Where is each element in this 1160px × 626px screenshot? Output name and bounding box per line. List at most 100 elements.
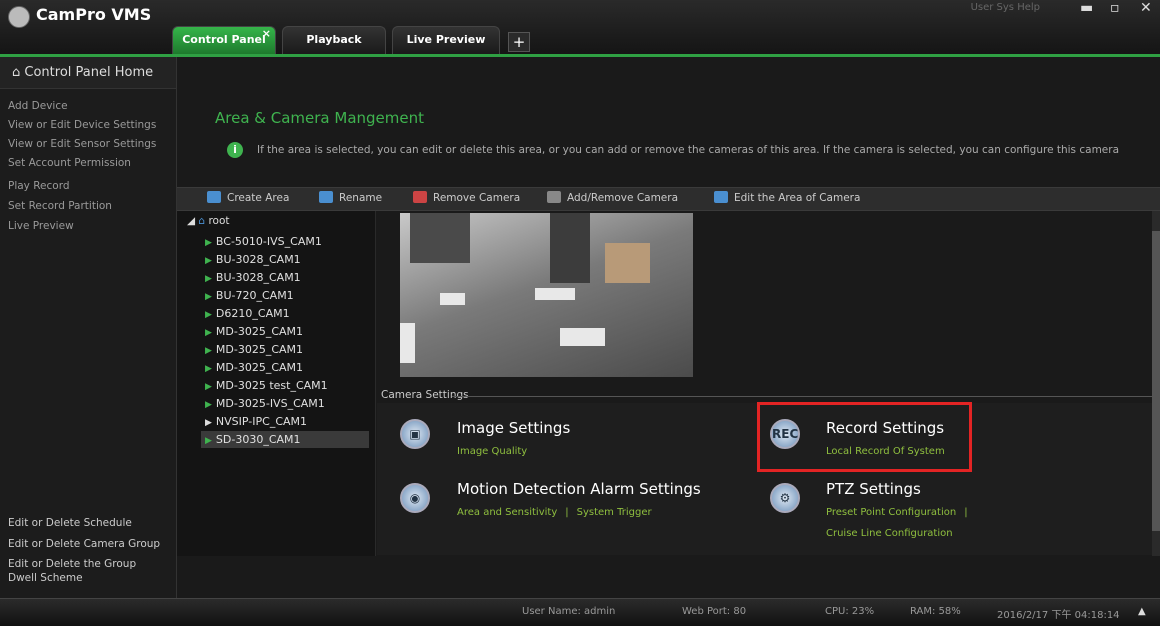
tab-label: Control Panel: [182, 33, 266, 46]
tree-item-label: BC-5010-IVS_CAM1: [215, 235, 322, 248]
status-web-port: Web Port: 80: [682, 606, 747, 617]
tree-item-label: MD-3025_CAM1: [215, 343, 304, 356]
sidebar-item-sensor-settings[interactable]: View or Edit Sensor Settings: [8, 138, 156, 150]
ptz-settings-icon[interactable]: ⚙: [770, 483, 800, 513]
close-icon[interactable]: ×: [262, 21, 271, 47]
camera-tree: ◢ ⌂ root ▶ BC-5010-IVS_CAM1 ▶ BU-3028_CAM1…: [177, 211, 376, 556]
tree-item-selected[interactable]: ▶ SD-3030_CAM1: [201, 431, 369, 448]
image-quality-link[interactable]: Image Quality: [457, 446, 527, 457]
sidebar-item-group-dwell[interactable]: Edit or Delete the Group: [8, 558, 136, 570]
tree-item[interactable]: ▶ D6210_CAM1: [205, 305, 290, 322]
camera-icon: ▶: [205, 256, 212, 266]
tree-item-label: MD-3025_CAM1: [215, 325, 304, 338]
camera-icon: ▶: [205, 292, 212, 302]
camera-icon: ▶: [205, 400, 212, 410]
camera-icon: ▶: [205, 418, 212, 428]
tree-item[interactable]: ▶ BU-3028_CAM1: [205, 269, 301, 286]
minimize-icon[interactable]: ▬: [1080, 0, 1093, 16]
sidebar-item-account-permission[interactable]: Set Account Permission: [8, 157, 131, 169]
tree-root-label: root: [208, 215, 230, 227]
rename-icon: [319, 191, 333, 203]
cruise-line-link[interactable]: Cruise Line Configuration: [826, 528, 953, 539]
tree-item-label: BU-3028_CAM1: [215, 271, 301, 284]
sidebar-item-device-settings[interactable]: View or Edit Device Settings: [8, 119, 156, 131]
ptz-settings-link[interactable]: PTZ Settings: [826, 480, 921, 498]
tree-item[interactable]: ▶ BC-5010-IVS_CAM1: [205, 233, 322, 250]
expand-icon[interactable]: ◢: [187, 215, 198, 227]
create-area-icon: [207, 191, 221, 203]
tree-item[interactable]: ▶ BU-720_CAM1: [205, 287, 294, 304]
tree-item[interactable]: ▶ MD-3025 test_CAM1: [205, 377, 328, 394]
camera-icon: ▶: [205, 328, 212, 338]
camera-icon: ▶: [205, 346, 212, 356]
tree-root[interactable]: ◢ ⌂ root: [187, 215, 230, 227]
camera-icon: ▶: [205, 382, 212, 392]
divider: [452, 396, 1152, 397]
tree-item[interactable]: ▶ NVSIP-IPC_CAM1: [205, 413, 307, 430]
sidebar-item-play-record[interactable]: Play Record: [8, 180, 70, 192]
preset-point-link[interactable]: Preset Point Configuration: [826, 507, 956, 518]
tree-item[interactable]: ▶ MD-3025_CAM1: [205, 341, 303, 358]
sidebar-item-live-preview[interactable]: Live Preview: [8, 220, 74, 232]
separator: |: [964, 507, 968, 518]
tree-item[interactable]: ▶ BU-3028_CAM1: [205, 251, 301, 268]
remove-camera-button[interactable]: Remove Camera: [413, 191, 520, 204]
expand-up-icon[interactable]: ▲: [1138, 606, 1146, 617]
sidebar-home-label: Control Panel Home: [24, 65, 154, 80]
create-area-button[interactable]: Create Area: [207, 191, 289, 204]
add-remove-camera-button[interactable]: Add/Remove Camera: [547, 191, 678, 204]
edit-area-label: Edit the Area of Camera: [734, 192, 861, 204]
scroll-thumb[interactable]: [1152, 231, 1160, 531]
motion-detection-icon[interactable]: ◉: [400, 483, 430, 513]
image-settings-link[interactable]: Image Settings: [457, 419, 570, 437]
rename-button[interactable]: Rename: [319, 191, 382, 204]
tree-item-label: MD-3025 test_CAM1: [215, 379, 328, 392]
toolbar: Create Area Rename Remove Camera Add/Rem…: [177, 187, 1160, 211]
remove-camera-label: Remove Camera: [433, 192, 521, 204]
sidebar: ⌂ Control Panel Home Add Device View or …: [0, 57, 177, 598]
camera-icon: ▶: [205, 310, 212, 320]
add-tab-button[interactable]: +: [508, 32, 530, 52]
sidebar-item-record-partition[interactable]: Set Record Partition: [8, 200, 112, 212]
edit-area-camera-button[interactable]: Edit the Area of Camera: [714, 191, 860, 204]
tree-item[interactable]: ▶ MD-3025-IVS_CAM1: [205, 395, 325, 412]
camera-preview: [400, 213, 693, 377]
maximize-icon[interactable]: ▫: [1110, 0, 1120, 16]
image-settings-icon[interactable]: ▣: [400, 419, 430, 449]
status-bar: User Name: admin Web Port: 80 CPU: 23% R…: [0, 598, 1160, 626]
status-cpu: CPU: 23%: [825, 606, 875, 617]
create-area-label: Create Area: [227, 192, 290, 204]
home-icon: ⌂: [198, 215, 206, 227]
status-datetime: 2016/2/17 下午 04:18:14: [997, 610, 1120, 621]
status-ram: RAM: 58%: [910, 606, 961, 617]
title-bar: CamPro VMS Control Panel × Playback Live…: [0, 0, 1160, 54]
area-sensitivity-link[interactable]: Area and Sensitivity: [457, 507, 557, 518]
sidebar-item-schedule[interactable]: Edit or Delete Schedule: [8, 517, 132, 529]
info-text: If the area is selected, you can edit or…: [257, 144, 1120, 156]
add-remove-camera-label: Add/Remove Camera: [567, 192, 679, 204]
sidebar-item-camera-group[interactable]: Edit or Delete Camera Group: [8, 538, 160, 550]
remove-camera-icon: [413, 191, 427, 203]
separator: |: [565, 507, 569, 518]
add-remove-camera-icon: [547, 191, 561, 203]
tree-item-label: MD-3025_CAM1: [215, 361, 304, 374]
tab-playback[interactable]: Playback: [282, 26, 386, 54]
tree-item-label: MD-3025-IVS_CAM1: [215, 397, 325, 410]
scrollbar[interactable]: [1152, 211, 1160, 556]
status-user: User Name: admin: [522, 606, 616, 617]
tree-item-label: BU-720_CAM1: [215, 289, 294, 302]
top-menu[interactable]: User Sys Help: [971, 2, 1040, 13]
tree-item[interactable]: ▶ MD-3025_CAM1: [205, 359, 303, 376]
tab-control-panel[interactable]: Control Panel ×: [172, 26, 276, 54]
motion-detection-link[interactable]: Motion Detection Alarm Settings: [457, 480, 701, 498]
tab-live-preview[interactable]: Live Preview: [392, 26, 500, 54]
system-trigger-link[interactable]: System Trigger: [577, 507, 652, 518]
edit-area-icon: [714, 191, 728, 203]
sidebar-item-add-device[interactable]: Add Device: [8, 100, 68, 112]
tree-item-label: SD-3030_CAM1: [215, 433, 301, 446]
sidebar-home[interactable]: ⌂ Control Panel Home: [0, 57, 176, 89]
sidebar-item-dwell-scheme[interactable]: Dwell Scheme: [8, 572, 83, 584]
tree-item[interactable]: ▶ MD-3025_CAM1: [205, 323, 303, 340]
close-window-icon[interactable]: ✕: [1140, 0, 1152, 16]
camera-settings-label: Camera Settings: [381, 389, 469, 401]
